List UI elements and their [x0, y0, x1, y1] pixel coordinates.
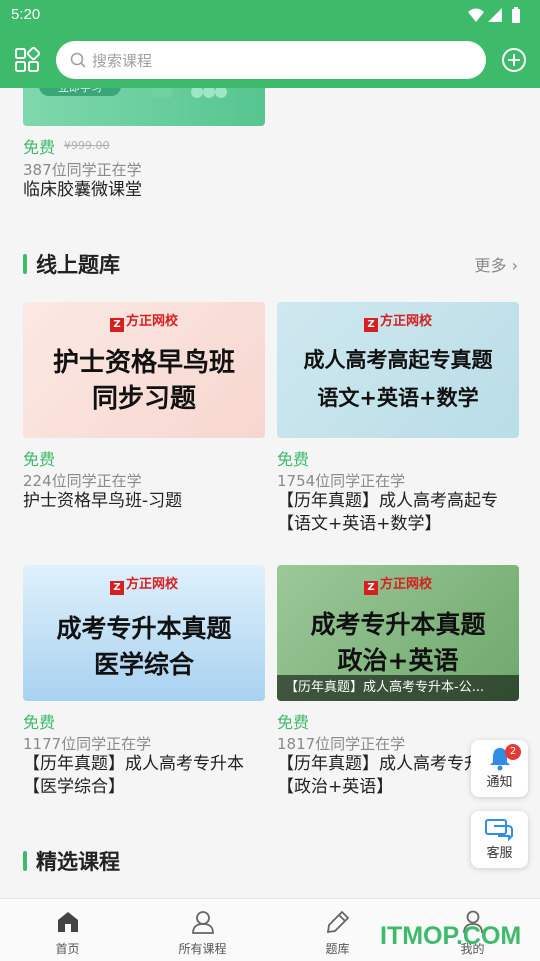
- logo-icon: Z: [109, 581, 124, 595]
- card-headline: 成考专升本真题: [56, 614, 232, 643]
- banner-text: 立即学习: [39, 88, 121, 98]
- search-placeholder: 搜索课程: [92, 52, 153, 70]
- status-icons: [468, 7, 520, 23]
- tab-all-courses-label: 所有课程: [178, 942, 227, 956]
- card-subheadline: 政治+英语: [337, 646, 459, 675]
- logo-icon: Z: [363, 318, 378, 332]
- section-title: 线上题库: [36, 253, 120, 277]
- card-price: 免费: [23, 713, 56, 732]
- more-label: 更多: [474, 256, 507, 275]
- chat-icon: [485, 819, 513, 842]
- card-price: 免费: [277, 713, 310, 732]
- search-input[interactable]: 搜索课程: [56, 41, 486, 79]
- customer-service-button[interactable]: 客服: [471, 811, 528, 868]
- home-icon: [58, 912, 78, 932]
- courses-icon: [192, 911, 214, 934]
- card-subheadline: 医学综合: [93, 650, 194, 679]
- card-learners: 224位同学正在学: [23, 472, 142, 490]
- notification-badge: 2: [505, 744, 521, 760]
- main-content[interactable]: 立即学习 免费 ¥999.00 387位同学正在学 临床胶囊微课堂 线上题库 更…: [0, 88, 540, 898]
- wifi-icon: [468, 8, 484, 22]
- card-headline: 成人高考高起专真题: [303, 348, 493, 372]
- course-banner-image[interactable]: 立即学习: [23, 88, 265, 126]
- course-title[interactable]: 临床胶囊微课堂: [23, 179, 268, 202]
- card-subheadline: 语文+英语+数学: [317, 386, 479, 410]
- battery-icon: [512, 9, 520, 23]
- signal-icon: [488, 8, 502, 22]
- question-bank-card-image[interactable]: Z 方正网校 成人高考高起专真题 语文+英语+数学: [277, 302, 519, 438]
- category-grid-icon[interactable]: [14, 47, 40, 73]
- status-time: 5:20: [11, 6, 41, 23]
- brand-logo: Z 方正网校: [23, 573, 265, 595]
- card-title[interactable]: 【历年真题】成人高考高起专【语文+英语+数学】: [277, 490, 522, 536]
- brand-logo: Z 方正网校: [23, 310, 265, 332]
- add-icon[interactable]: [501, 47, 527, 73]
- card-subheadline: 同步习题: [91, 384, 196, 414]
- course-price: 免费: [23, 138, 56, 157]
- card-price: 免费: [277, 450, 310, 469]
- card-title[interactable]: 【历年真题】成人高考专升本【医学综合】: [23, 753, 268, 799]
- card-price: 免费: [23, 450, 56, 469]
- question-bank-card-image[interactable]: Z 方正网校 成考专升本真题 医学综合: [23, 565, 265, 701]
- notification-button[interactable]: 2 通知: [471, 740, 528, 797]
- card-headline: 护士资格早鸟班: [52, 348, 235, 378]
- site-watermark: ITMOP.COM: [380, 922, 522, 950]
- chevron-right-icon: ›: [511, 256, 518, 275]
- card-caption-strip: 【历年真题】成人高考专升本-公...: [277, 675, 519, 701]
- section-title: 精选课程: [36, 850, 120, 874]
- card-learners: 1754位同学正在学: [277, 472, 406, 490]
- status-bar: 5:20: [0, 0, 540, 32]
- course-original-price: ¥999.00: [64, 139, 110, 152]
- brand-logo: Z 方正网校: [277, 310, 519, 332]
- card-learners: 1177位同学正在学: [23, 735, 152, 753]
- section-accent-bar: [23, 254, 27, 274]
- section-accent-bar: [23, 851, 27, 871]
- brand-logo: Z 方正网校: [277, 573, 519, 595]
- card-learners: 1817位同学正在学: [277, 735, 406, 753]
- learn-now-badge: 立即学习: [39, 88, 121, 96]
- card-headline: 成考专升本真题: [310, 610, 486, 639]
- question-bank-card-image[interactable]: Z 方正网校 成考专升本真题 政治+英语 【历年真题】成人高考专升本-公...: [277, 565, 519, 701]
- search-icon: [70, 52, 86, 68]
- pencil-icon: [326, 910, 350, 934]
- more-link[interactable]: 更多 ›: [474, 252, 518, 276]
- tab-home-label: 首页: [55, 942, 80, 956]
- customer-service-label: 客服: [486, 846, 513, 861]
- card-title[interactable]: 护士资格早鸟班-习题: [23, 490, 268, 513]
- course-learners: 387位同学正在学: [23, 161, 142, 179]
- notification-label: 通知: [486, 775, 513, 790]
- app-bar: 搜索课程: [0, 32, 540, 88]
- question-bank-card-image[interactable]: Z 方正网校 护士资格早鸟班 同步习题: [23, 302, 265, 438]
- tab-all-courses[interactable]: 所有课程: [135, 899, 270, 961]
- tab-home[interactable]: 首页: [0, 899, 135, 961]
- logo-icon: Z: [363, 581, 378, 595]
- logo-icon: Z: [109, 318, 124, 332]
